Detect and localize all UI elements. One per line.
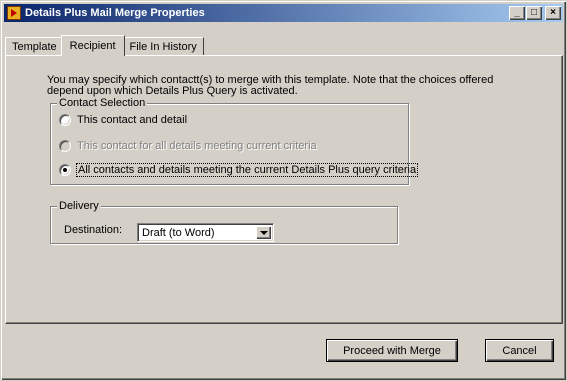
destination-select[interactable]: Draft (to Word) [137,223,274,242]
intro-line-2: depend upon which Details Plus Query is … [47,85,298,97]
maximize-icon: □ [530,7,538,18]
app-icon [7,6,21,20]
destination-value: Draft (to Word) [142,226,215,239]
option-label: All contacts and details meeting the cur… [75,163,419,177]
tab-strip: Template Recipient File In History [5,35,204,56]
destination-label: Destination: [64,224,123,236]
radio-this-contact-and-detail[interactable] [59,114,71,126]
close-button[interactable]: × [545,6,561,20]
tab-recipient[interactable]: Recipient [60,35,125,56]
maximize-button[interactable]: □ [526,6,542,20]
radio-this-contact-all-details[interactable] [59,140,71,152]
contact-selection-group: Contact Selection This contact and detai… [50,97,419,185]
window-title: Details Plus Mail Merge Properties [25,7,205,19]
close-icon: × [550,7,556,18]
title-bar[interactable]: Details Plus Mail Merge Properties _ □ × [4,4,563,22]
minimize-icon: _ [514,7,520,18]
option-label: This contact for all details meeting cur… [77,140,317,152]
contact-selection-label: Contact Selection [57,97,148,110]
tab-file-in-history[interactable]: File In History [122,37,204,55]
option-this-contact-all-details[interactable]: This contact for all details meeting cur… [59,140,317,152]
title-bar-buttons: _ □ × [508,6,561,20]
minimize-button[interactable]: _ [509,6,525,20]
tab-template[interactable]: Template [5,37,64,55]
delivery-group: Delivery Destination: Draft (to Word) [50,200,398,244]
option-label: This contact and detail [77,114,188,126]
radio-all-contacts-and-details[interactable] [59,164,71,176]
cancel-button[interactable]: Cancel [485,339,554,362]
option-this-contact-and-detail[interactable]: This contact and detail [59,114,187,126]
mail-merge-properties-dialog: Details Plus Mail Merge Properties _ □ ×… [0,0,567,381]
proceed-with-merge-button[interactable]: Proceed with Merge [326,339,458,362]
delivery-label: Delivery [57,200,101,213]
intro-text: You may specify which contactt(s) to mer… [47,75,517,97]
chevron-down-icon[interactable] [256,226,271,239]
option-all-contacts-and-details[interactable]: All contacts and details meeting the cur… [59,163,419,177]
